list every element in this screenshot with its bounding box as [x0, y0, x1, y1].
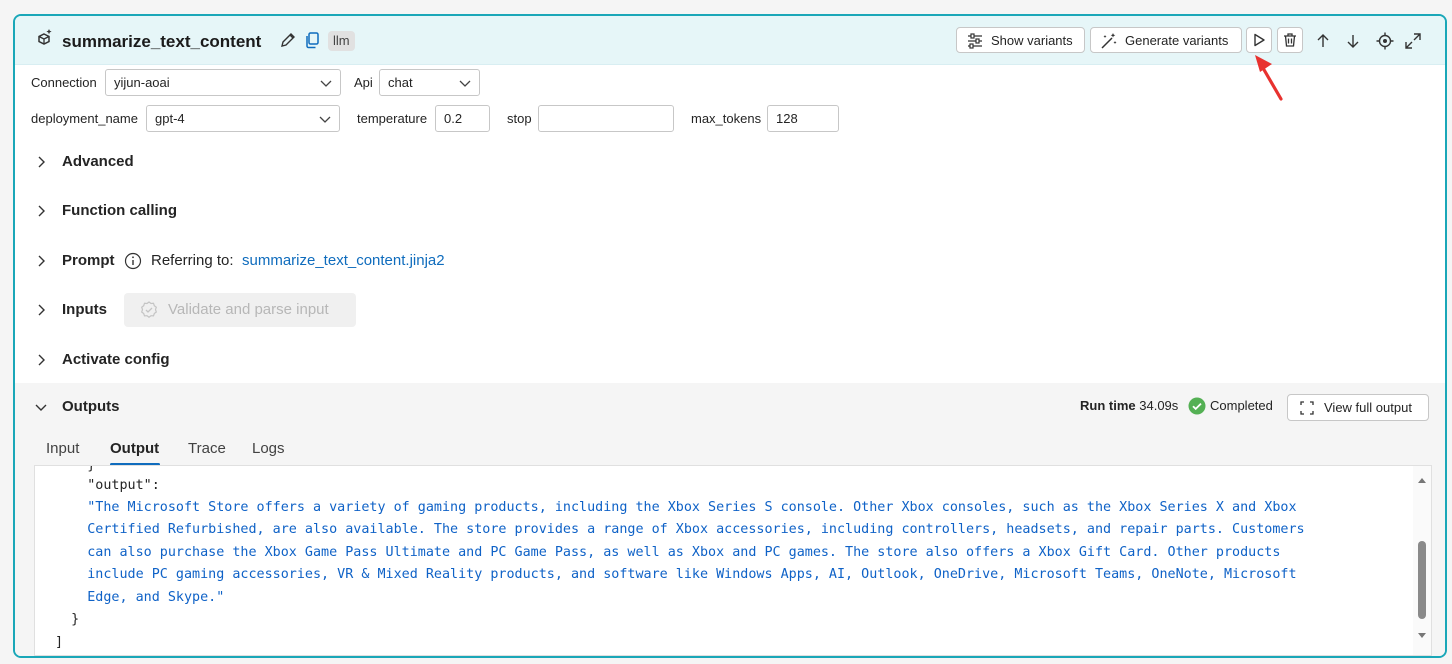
locate-icon[interactable] [1375, 31, 1395, 51]
chevron-right-icon [38, 354, 45, 366]
scroll-thumb[interactable] [1418, 541, 1426, 619]
tab-logs[interactable]: Logs [252, 440, 285, 457]
node-title: summarize_text_content [62, 32, 262, 51]
function-calling-label: Function calling [62, 202, 177, 219]
chevron-down-icon [320, 80, 332, 87]
chevron-right-icon [38, 156, 45, 168]
code-line: } [55, 612, 80, 627]
api-select[interactable]: chat [379, 69, 480, 96]
max-tokens-label: max_tokens [691, 111, 762, 126]
activate-config-label: Activate config [62, 351, 170, 368]
check-circle-icon [1188, 397, 1206, 415]
temperature-input[interactable]: 0.2 [435, 105, 490, 132]
connection-value: yijun-aoai [114, 75, 170, 90]
show-variants-button[interactable]: Show variants [956, 27, 1085, 53]
run-time-value: 34.09s [1139, 398, 1179, 413]
deployment-name-label: deployment_name [31, 111, 138, 126]
tab-input[interactable]: Input [46, 440, 79, 457]
magic-wand-icon [1101, 33, 1117, 49]
scroll-up-arrow-icon[interactable] [1417, 476, 1427, 484]
run-time-label: Run time [1080, 398, 1136, 413]
chevron-right-icon [38, 304, 45, 316]
code-line-string: include PC gaming accessories, VR & Mixe… [55, 567, 1297, 582]
outputs-label: Outputs [62, 398, 120, 415]
status-text: Completed [1210, 398, 1273, 413]
info-icon[interactable] [124, 252, 142, 270]
run-button[interactable] [1246, 27, 1272, 53]
validate-parse-input-label: Validate and parse input [168, 301, 329, 318]
chevron-right-icon [38, 205, 45, 217]
sliders-icon [968, 33, 982, 49]
inputs-label: Inputs [62, 301, 107, 318]
deployment-name-select[interactable]: gpt-4 [146, 105, 340, 132]
show-variants-label: Show variants [991, 33, 1073, 48]
trash-icon [1284, 33, 1296, 47]
generate-variants-button[interactable]: Generate variants [1090, 27, 1242, 53]
prompt-referring-label: Referring to: [151, 252, 234, 269]
api-label: Api [354, 75, 373, 90]
code-line-string: Edge, and Skype." [55, 590, 225, 605]
chevron-down-icon [319, 116, 331, 123]
connection-select[interactable]: yijun-aoai [105, 69, 341, 96]
code-line: ] [55, 635, 64, 650]
view-full-output-button[interactable]: View full output [1287, 394, 1429, 421]
chevron-down-icon [35, 404, 47, 411]
code-line-string: Certified Refurbished, are also availabl… [55, 522, 1305, 537]
edit-pencil-icon[interactable] [278, 30, 298, 50]
prompt-label: Prompt [62, 252, 115, 269]
move-down-icon[interactable] [1343, 31, 1363, 51]
output-code-viewer[interactable]: } "output": "The Microsoft Store offers … [34, 465, 1432, 656]
play-icon [1254, 33, 1265, 47]
node-header: summarize_text_content llm Show variants [15, 16, 1445, 65]
tab-output[interactable]: Output [110, 440, 159, 457]
api-value: chat [388, 75, 413, 90]
stop-label: stop [507, 111, 532, 126]
view-full-output-label: View full output [1324, 400, 1412, 415]
outputs-panel: Outputs Run time 34.09s Completed View f… [15, 383, 1445, 656]
scroll-down-arrow-icon[interactable] [1417, 632, 1427, 640]
deployment-name-value: gpt-4 [155, 111, 185, 126]
stop-input[interactable] [538, 105, 674, 132]
generate-variants-label: Generate variants [1125, 33, 1229, 48]
code-line-string: can also purchase the Xbox Game Pass Ult… [55, 545, 1281, 560]
llm-node-icon [38, 29, 52, 45]
max-tokens-input[interactable]: 128 [767, 105, 839, 132]
node-type-badge: llm [328, 31, 355, 51]
code-line-string: "The Microsoft Store offers a variety of… [55, 500, 1297, 515]
prompt-template-link[interactable]: summarize_text_content.jinja2 [242, 252, 445, 269]
move-up-icon[interactable] [1313, 31, 1333, 51]
validate-badge-icon [140, 301, 158, 318]
llm-node-card: summarize_text_content llm Show variants [13, 14, 1447, 658]
advanced-label: Advanced [62, 153, 134, 170]
full-screen-icon [1300, 401, 1314, 415]
copy-icon[interactable] [303, 30, 323, 50]
run-time: Run time 34.09s [1080, 398, 1178, 413]
chevron-right-icon [38, 255, 45, 267]
annotation-arrow-icon [1255, 55, 1283, 101]
chevron-down-icon [459, 80, 471, 87]
temperature-label: temperature [357, 111, 428, 126]
vertical-scrollbar[interactable] [1413, 466, 1431, 655]
delete-button[interactable] [1277, 27, 1303, 53]
tab-trace[interactable]: Trace [188, 440, 226, 457]
expand-icon[interactable] [1403, 31, 1423, 51]
validate-parse-input-button[interactable]: Validate and parse input [124, 293, 356, 327]
connection-label: Connection [31, 75, 97, 90]
code-line: "output": [55, 478, 160, 493]
